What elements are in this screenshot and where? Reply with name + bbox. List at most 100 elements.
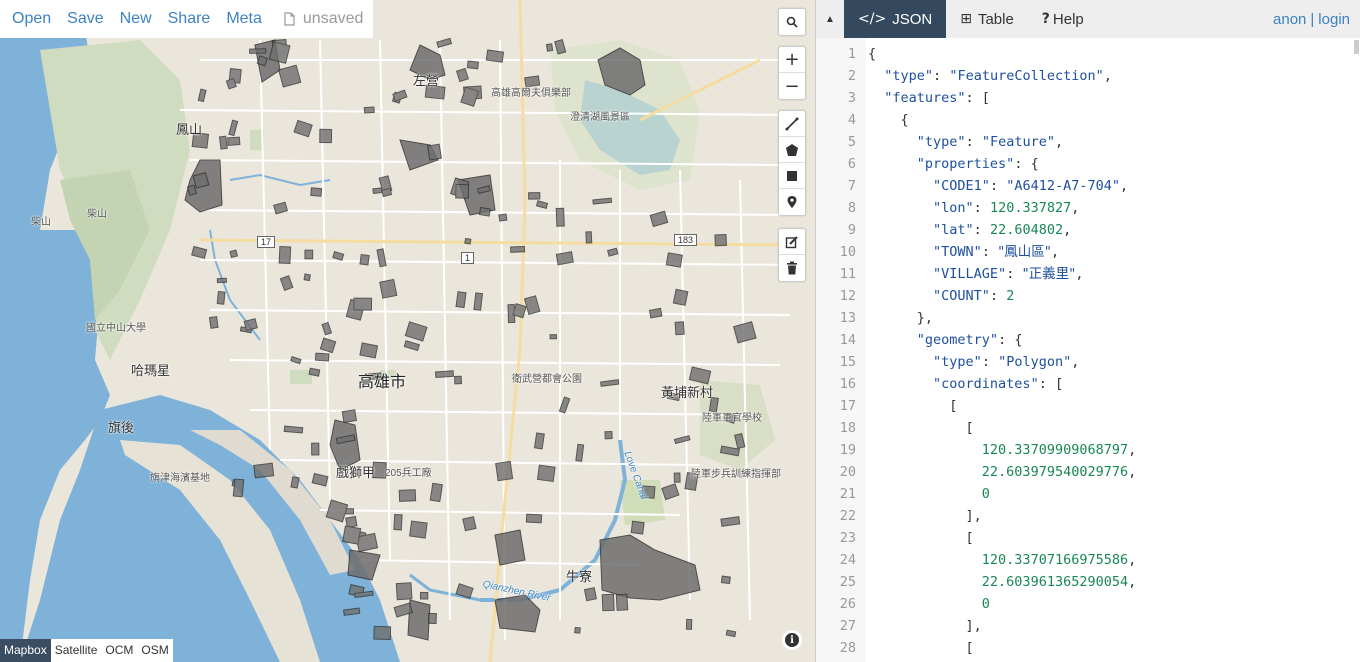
building-polygon[interactable] <box>341 409 357 423</box>
tab-table[interactable]: ⊞ Table <box>946 0 1028 38</box>
building-polygon[interactable] <box>398 489 417 502</box>
draw-line-button[interactable] <box>779 111 805 137</box>
building-polygon[interactable] <box>227 136 241 146</box>
building-polygon[interactable] <box>555 251 574 266</box>
building-polygon[interactable] <box>427 143 442 161</box>
collapse-panel-button[interactable]: ▲ <box>816 0 844 38</box>
building-polygon[interactable] <box>478 206 491 217</box>
building-polygon[interactable] <box>648 307 663 319</box>
building-polygon[interactable] <box>454 375 463 385</box>
menu-open[interactable]: Open <box>4 10 59 28</box>
building-polygon[interactable] <box>498 213 508 222</box>
building-polygon[interactable] <box>308 367 321 377</box>
building-polygon[interactable] <box>714 234 727 247</box>
building-polygon[interactable] <box>218 135 228 150</box>
building-polygon[interactable] <box>310 187 323 197</box>
building-polygon[interactable] <box>685 618 693 630</box>
building-polygon[interactable] <box>345 515 358 529</box>
building-polygon[interactable] <box>434 370 454 379</box>
building-polygon[interactable] <box>429 482 443 503</box>
editor-scrollbar[interactable] <box>1353 38 1360 662</box>
building-polygon[interactable] <box>192 172 210 189</box>
building-polygon[interactable] <box>303 273 311 282</box>
building-polygon[interactable] <box>363 106 375 114</box>
building-polygon[interactable] <box>464 237 472 245</box>
building-polygon[interactable] <box>725 629 737 638</box>
building-polygon[interactable] <box>615 593 629 611</box>
building-polygon[interactable] <box>232 478 245 498</box>
building-polygon[interactable] <box>536 464 556 483</box>
menu-save[interactable]: Save <box>59 10 111 28</box>
layer-ocm[interactable]: OCM <box>101 639 137 662</box>
search-button[interactable] <box>779 9 805 35</box>
building-polygon[interactable] <box>208 316 219 329</box>
building-polygon[interactable] <box>379 278 398 299</box>
layer-satellite[interactable]: Satellite <box>51 639 102 662</box>
building-polygon[interactable] <box>545 43 554 52</box>
building-polygon[interactable] <box>283 425 304 434</box>
json-editor[interactable]: 1{2 "type": "FeatureCollection", 3 "featu… <box>816 38 1360 662</box>
tab-help[interactable]: ? Help <box>1028 0 1098 38</box>
map-view[interactable]: 高雄市 哈瑪星 旗後 戲獅甲 柴山 柴山 高雄高爾夫俱樂部 澄清湖風景區 國立中… <box>0 0 815 662</box>
building-polygon[interactable] <box>311 442 320 456</box>
building-polygon[interactable] <box>314 352 330 362</box>
building-polygon[interactable] <box>249 48 267 54</box>
building-polygon[interactable] <box>674 321 685 336</box>
building-polygon[interactable] <box>216 277 227 284</box>
attribution-button[interactable]: i <box>782 630 802 650</box>
layer-osm[interactable]: OSM <box>137 639 172 662</box>
building-polygon[interactable] <box>533 432 545 450</box>
building-polygon[interactable] <box>372 187 383 195</box>
edit-layers-button[interactable] <box>779 229 805 255</box>
building-polygon[interactable] <box>583 587 597 602</box>
building-polygon[interactable] <box>229 249 238 259</box>
anon-link[interactable]: anon <box>1273 11 1306 28</box>
building-polygon[interactable] <box>359 342 379 359</box>
building-polygon[interactable] <box>720 575 731 585</box>
building-polygon[interactable] <box>585 231 593 244</box>
building-polygon[interactable] <box>319 128 333 144</box>
building-polygon[interactable] <box>549 334 557 340</box>
building-polygon[interactable] <box>473 292 484 311</box>
building-polygon[interactable] <box>485 49 505 63</box>
building-polygon[interactable] <box>381 187 393 198</box>
building-polygon[interactable] <box>455 183 470 199</box>
zoom-in-button[interactable]: + <box>779 47 805 73</box>
building-polygon[interactable] <box>353 297 373 311</box>
building-polygon[interactable] <box>525 513 543 524</box>
building-polygon[interactable] <box>510 245 526 253</box>
building-polygon[interactable] <box>601 593 615 612</box>
layer-mapbox[interactable]: Mapbox <box>0 639 51 662</box>
building-polygon[interactable] <box>672 288 689 306</box>
building-polygon[interactable] <box>466 60 479 70</box>
login-link[interactable]: login <box>1318 11 1350 28</box>
scrollbar-thumb[interactable] <box>1354 40 1359 54</box>
tab-json[interactable]: </> JSON <box>844 0 947 38</box>
building-polygon[interactable] <box>630 520 645 535</box>
building-polygon[interactable] <box>419 591 429 600</box>
delete-layers-button[interactable] <box>779 255 805 281</box>
building-polygon[interactable] <box>342 525 362 545</box>
building-polygon[interactable] <box>253 462 275 479</box>
building-polygon[interactable] <box>409 520 428 539</box>
building-polygon[interactable] <box>373 625 392 640</box>
building-polygon[interactable] <box>216 290 226 305</box>
building-polygon[interactable] <box>462 516 477 532</box>
building-polygon[interactable] <box>604 430 613 440</box>
building-polygon[interactable] <box>574 626 581 634</box>
building-polygon[interactable] <box>290 476 300 489</box>
menu-share[interactable]: Share <box>160 10 219 28</box>
draw-polygon-button[interactable] <box>779 137 805 163</box>
building-polygon[interactable] <box>359 253 370 266</box>
building-polygon[interactable] <box>528 192 541 200</box>
building-polygon[interactable] <box>268 41 291 64</box>
building-polygon[interactable] <box>395 582 413 601</box>
building-polygon[interactable] <box>555 207 565 227</box>
building-polygon[interactable] <box>243 318 258 332</box>
draw-marker-button[interactable] <box>779 189 805 215</box>
menu-meta[interactable]: Meta <box>218 10 270 28</box>
building-polygon[interactable] <box>665 252 683 268</box>
zoom-out-button[interactable]: − <box>779 73 805 99</box>
building-polygon[interactable] <box>455 291 467 309</box>
menu-new[interactable]: New <box>112 10 160 28</box>
